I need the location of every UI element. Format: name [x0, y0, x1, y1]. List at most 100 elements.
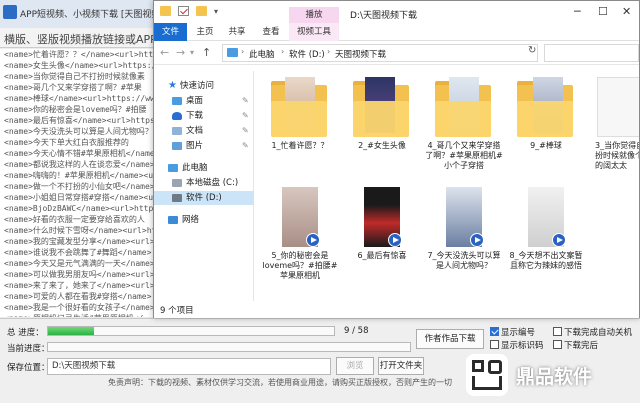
download-icon: [172, 112, 182, 120]
log-line: <name>当你觉得自己不打扮时候就像素: [4, 72, 145, 81]
search-input[interactable]: [544, 44, 639, 62]
pin-icon: ✎: [242, 96, 249, 105]
save-path-field[interactable]: D:\天图视频下载: [47, 358, 331, 375]
author-works-download-button[interactable]: 作者作品下载: [416, 329, 484, 349]
sidebar-label: 软件 (D:): [186, 193, 222, 203]
log-textarea[interactable]: <name>忙着许愿？？</name><url>https:/ <name>女生头…: [0, 49, 155, 317]
app-title: APP短视频、小视频下载 [天图视频批...: [20, 10, 155, 20]
item-name: 5_你的秘密会是loveme吗？#拍腰#苹果原相机: [262, 251, 338, 280]
log-line: <name>今天心情不错#苹果原相机</name>: [4, 149, 155, 158]
status-bar: 9 个项目: [154, 301, 639, 318]
properties-icon[interactable]: [178, 6, 189, 16]
auto-shutdown-checkbox[interactable]: [553, 327, 562, 336]
after-download-checkbox[interactable]: [553, 340, 562, 349]
minimize-icon[interactable]: ─: [574, 5, 581, 18]
sidebar-item-documents[interactable]: 文档 ✎: [154, 124, 254, 138]
show-id-label: 显示标识码: [501, 341, 544, 351]
address-input[interactable]: › 此电脑 › 软件 (D:) › 天图视频下载: [222, 44, 538, 62]
auto-shutdown-label: 下载完成自动关机: [564, 328, 633, 338]
breadcrumb-download-folder[interactable]: 天图视频下载: [335, 48, 386, 60]
log-line: <name>最后有惊喜</name><url>https:/: [4, 116, 155, 125]
log-line: <name>你的秘密会是loveme吗？#拍腰: [4, 105, 147, 114]
log-line: <name>可爱的人都在看我#穿搭</name>: [4, 292, 152, 301]
log-line: <name>好看的衣服一定要穿给喜欢的人: [4, 215, 145, 224]
log-line: <name>忙着许愿？？</name><url>https:/: [4, 50, 154, 59]
ribbon-tabs: 文件 主页 共享 查看 视频工具: [154, 23, 639, 41]
folder-icon: [517, 77, 573, 137]
item-name: 7_今天没洗头可以算是人间尤物吗？: [427, 251, 501, 270]
brand-logo-square: [488, 360, 502, 374]
option-show-number[interactable]: 显示编号: [490, 326, 535, 338]
brand-name: 鼎品软件: [516, 366, 593, 388]
recent-dropdown-icon[interactable]: ▾: [190, 48, 194, 57]
tab-share[interactable]: 共享: [224, 23, 250, 41]
option-auto-shutdown[interactable]: 下载完成自动关机: [553, 326, 632, 338]
close-icon[interactable]: ✕: [622, 5, 631, 18]
show-number-checkbox[interactable]: [490, 327, 499, 336]
video-thumbnail: [528, 187, 566, 247]
sidebar-item-drive-c[interactable]: 本地磁盘 (C:): [154, 176, 254, 190]
app-banner: 横版、竖版视频播放链接或APP分: [0, 28, 168, 48]
tab-video-tools[interactable]: 视频工具: [289, 23, 339, 41]
new-folder-icon[interactable]: [196, 6, 207, 16]
breadcrumb-drive-d[interactable]: 软件 (D:): [289, 48, 325, 60]
option-after-download[interactable]: 下载完后: [553, 339, 598, 351]
folder-front: [353, 101, 409, 137]
back-arrow-icon[interactable]: ←: [160, 46, 169, 59]
total-progress-bar: [47, 326, 335, 336]
refresh-icon[interactable]: ↻: [528, 45, 536, 56]
log-line: <name>今天没洗头可以算是人间尤物吗？: [4, 127, 153, 136]
desktop-icon: [172, 97, 182, 105]
item-name: 3_当你觉得自己不打扮时候就像个懒洋洋的阔太太: [595, 141, 639, 170]
item-name: 4_哥几个又来学穿搭了啊？#苹果原相机#小个子穿搭: [425, 141, 503, 170]
log-line: <name>今天又是元气满满的一天</name>: [4, 259, 155, 268]
sidebar-item-network[interactable]: 网络: [154, 213, 254, 227]
sidebar-label: 桌面: [186, 96, 204, 106]
computer-icon: [227, 48, 238, 57]
quick-access-dropdown-icon[interactable]: ▾: [214, 7, 218, 16]
breadcrumb-separator-icon[interactable]: ›: [241, 47, 244, 56]
sidebar-label: 图片: [186, 141, 204, 151]
pin-icon: ✎: [242, 111, 249, 120]
show-id-checkbox[interactable]: [490, 340, 499, 349]
log-line: <name>可以做我男朋友吗</name><url>h: [4, 270, 155, 279]
forward-arrow-icon[interactable]: →: [176, 46, 185, 59]
picture-icon: [172, 142, 182, 150]
log-line: <name>女生头像</name><url>https://v: [4, 61, 155, 70]
open-folder-button[interactable]: 打开文件夹: [378, 357, 424, 375]
tab-file[interactable]: 文件: [154, 23, 187, 41]
address-bar-row: ← → ▾ ↑ › 此电脑 › 软件 (D:) › 天图视频下载 ↻: [154, 41, 639, 65]
screen: APP短视频、小视频下载 [天图视频批... 横版、竖版视频播放链接或APP分 …: [0, 0, 640, 403]
play-icon: [306, 233, 320, 247]
sidebar-item-pictures[interactable]: 图片 ✎: [154, 139, 254, 153]
log-line: <name>我的宝藏发型分享</name><url>h: [4, 237, 155, 246]
sidebar-item-desktop[interactable]: 桌面 ✎: [154, 94, 254, 108]
tab-view[interactable]: 查看: [258, 23, 284, 41]
sidebar-item-downloads[interactable]: 下载 ✎: [154, 109, 254, 123]
brand-logo-base: [472, 376, 502, 390]
sidebar-item-drive-d[interactable]: 软件 (D:): [154, 191, 254, 205]
breadcrumb-separator-icon[interactable]: ›: [281, 47, 284, 56]
computer-icon: [168, 164, 178, 172]
manage-tab[interactable]: 播放: [289, 7, 339, 23]
disclaimer-text: 免责声明：下载的视频、素材仅供学习交流，若使用商业用途，请购买正版授权，否则产生…: [108, 378, 452, 387]
file-list: 1_忙着许愿？？ 2_#女生头像 4_哥几个又来学穿搭了啊？#苹果原相机#小个子…: [255, 65, 639, 301]
brand-watermark: 鼎品软件: [466, 352, 626, 398]
item-name: 9_#棒球: [530, 141, 562, 150]
breadcrumb-this-pc[interactable]: 此电脑: [249, 48, 275, 60]
log-line: <name>小姐姐日常穿搭#穿搭</name><url: [4, 193, 155, 202]
video-thumbnail: [446, 187, 484, 247]
maximize-icon[interactable]: ☐: [598, 5, 608, 18]
tab-home[interactable]: 主页: [192, 23, 218, 41]
progress-count: 9 / 58: [344, 326, 369, 336]
breadcrumb-separator-icon[interactable]: ›: [327, 47, 330, 56]
sidebar-item-quick-access[interactable]: ★ 快速访问: [154, 79, 254, 93]
file-thumbnail-frame: [597, 77, 639, 137]
drive-icon: [172, 179, 182, 187]
option-show-id[interactable]: 显示标识码: [490, 339, 544, 351]
item-name: 8_今天想不出文案暂且称它为辣妹的感悟: [509, 251, 583, 270]
sidebar-item-this-pc[interactable]: 此电脑: [154, 161, 254, 175]
browse-button[interactable]: 浏览: [336, 357, 374, 375]
navigation-pane: ★ 快速访问 桌面 ✎ 下载 ✎ 文档 ✎ 图片 ✎ 此电脑 本地磁盘 (C:)…: [154, 71, 254, 301]
up-arrow-icon[interactable]: ↑: [202, 46, 211, 59]
